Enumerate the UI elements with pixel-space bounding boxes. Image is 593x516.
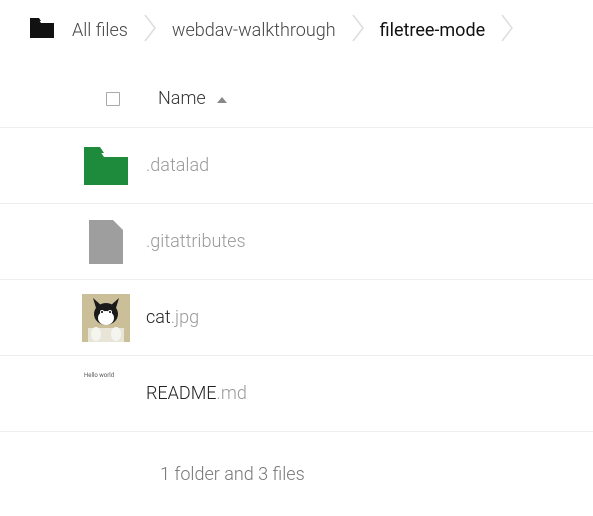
column-header-name[interactable]: Name	[158, 88, 228, 109]
table-row[interactable]: .gitattributes	[0, 204, 593, 280]
file-name-main: README	[146, 383, 217, 404]
breadcrumb-root[interactable]: All files	[66, 20, 134, 41]
chevron-right-icon	[501, 14, 513, 46]
file-icon	[82, 218, 130, 266]
file-name[interactable]: README.md	[146, 383, 247, 404]
file-name-main: cat	[146, 307, 171, 328]
select-all-checkbox[interactable]	[106, 92, 120, 106]
file-name[interactable]: .datalad	[146, 155, 209, 176]
breadcrumb-item-1[interactable]: filetree-mode	[374, 20, 492, 41]
folder-icon	[82, 142, 130, 190]
file-name-main: .datalad	[146, 155, 209, 176]
text-thumbnail: Hello world	[82, 370, 130, 418]
chevron-right-icon	[144, 14, 156, 46]
text-preview: Hello world	[84, 372, 114, 379]
summary-label: 1 folder and 3 files	[160, 464, 305, 485]
table-row[interactable]: Hello world README.md	[0, 356, 593, 432]
breadcrumb-item-1-label[interactable]: filetree-mode	[374, 20, 492, 41]
summary-text: 1 folder and 3 files	[0, 432, 593, 516]
file-name-ext: .md	[217, 383, 247, 404]
breadcrumb: All files webdav-walkthrough filetree-mo…	[0, 0, 593, 60]
table-row[interactable]: cat.jpg	[0, 280, 593, 356]
file-name-main: .gitattributes	[146, 231, 246, 252]
file-name-ext: .jpg	[171, 307, 199, 328]
breadcrumb-root-label[interactable]: All files	[66, 20, 134, 41]
breadcrumb-item-0-label[interactable]: webdav-walkthrough	[166, 20, 342, 41]
file-name[interactable]: .gitattributes	[146, 231, 246, 252]
home-folder-icon[interactable]	[30, 18, 54, 42]
table-row[interactable]: .datalad	[0, 128, 593, 204]
breadcrumb-item-0[interactable]: webdav-walkthrough	[166, 20, 342, 41]
image-thumbnail	[82, 294, 130, 342]
sort-asc-icon[interactable]	[216, 88, 228, 109]
chevron-right-icon	[352, 14, 364, 46]
table-header: Name	[0, 60, 593, 128]
column-header-name-label: Name	[158, 88, 206, 109]
file-name[interactable]: cat.jpg	[146, 307, 199, 328]
